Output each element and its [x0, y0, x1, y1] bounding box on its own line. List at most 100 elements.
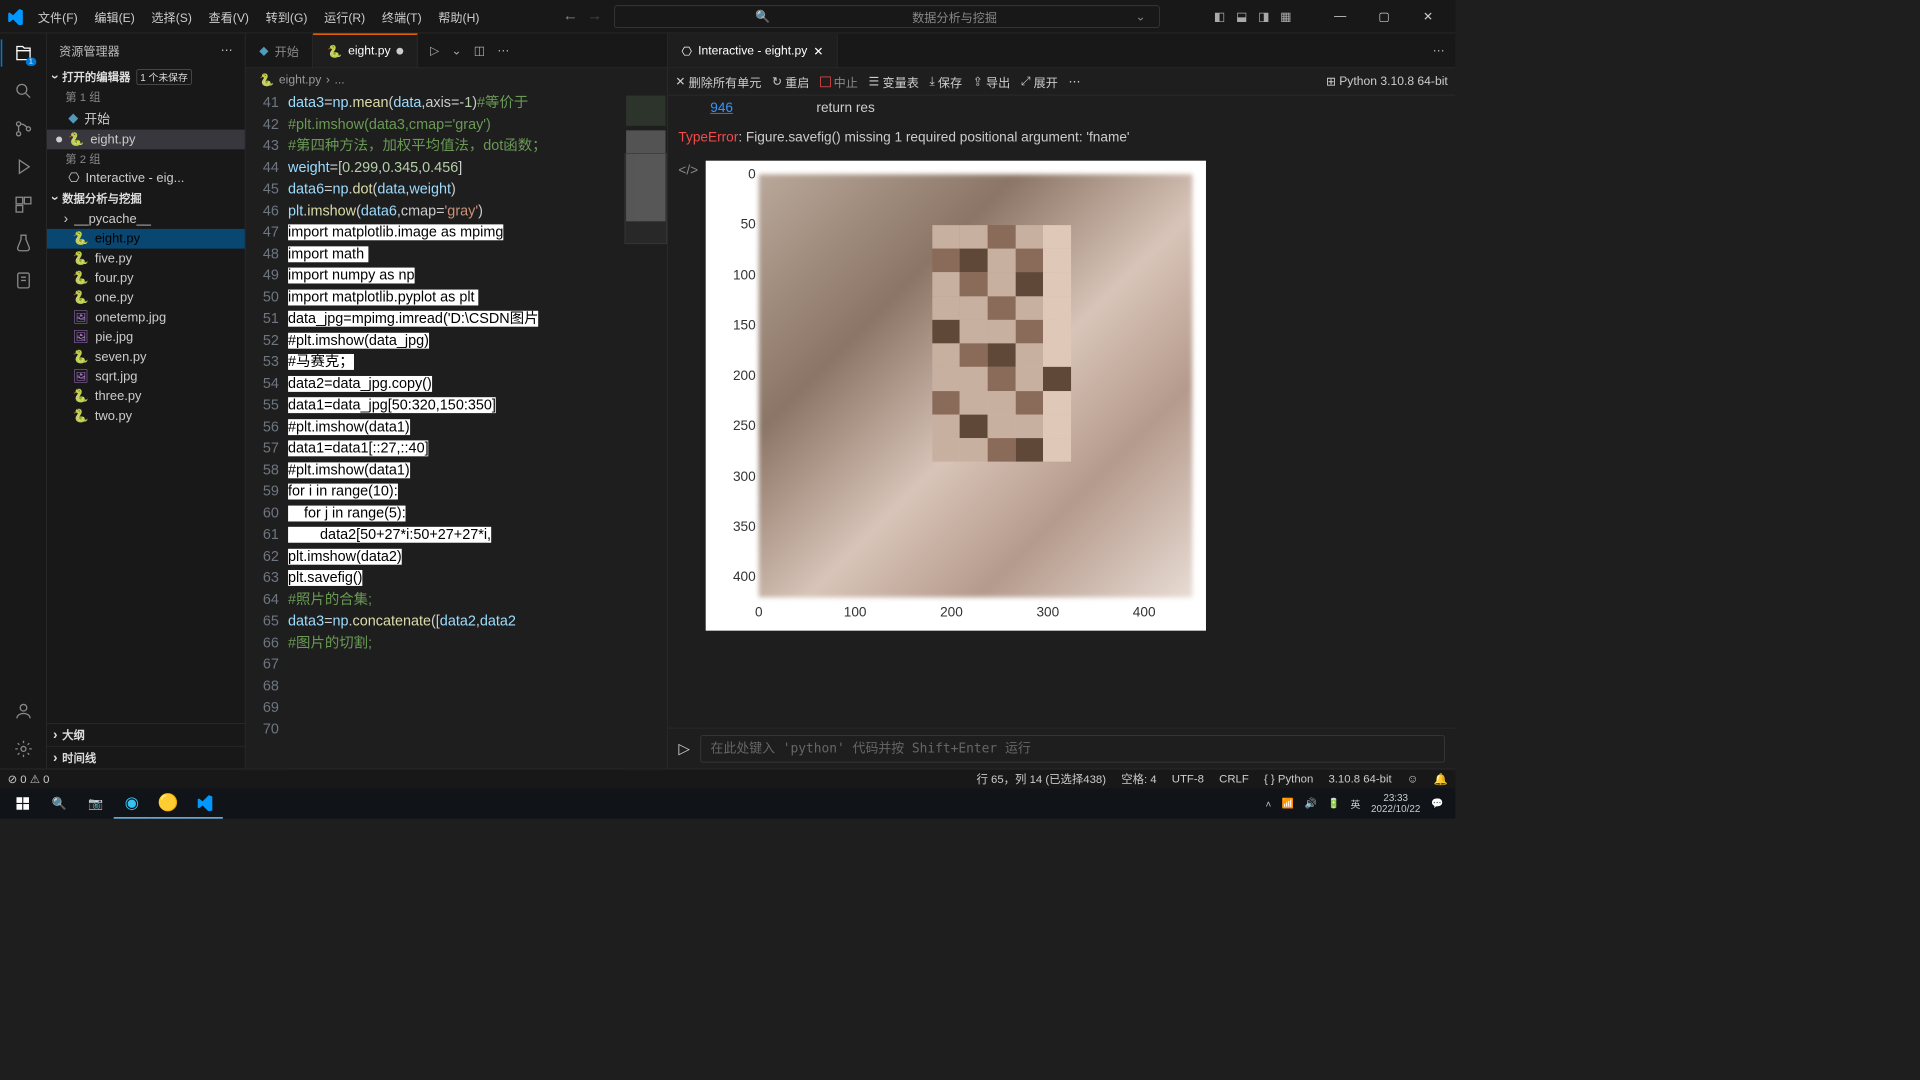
run-cell-button[interactable]: ▷	[678, 739, 690, 758]
restart-button[interactable]: ↻ 重启	[772, 72, 809, 90]
more-icon[interactable]: ⋯	[1433, 43, 1445, 58]
activity-scm[interactable]	[13, 118, 34, 139]
tray-chevron-icon[interactable]: ˄	[1266, 798, 1272, 809]
outline-header[interactable]: 大纲	[47, 723, 245, 746]
menu-file[interactable]: 文件(F)	[30, 3, 85, 30]
code-editor[interactable]: data3=np.mean(data,axis=-1)#等价于#plt.imsh…	[288, 92, 625, 768]
more-icon[interactable]: ⋯	[497, 43, 509, 58]
status-interpreter[interactable]: 3.10.8 64-bit	[1328, 772, 1391, 785]
window-minimize[interactable]: —	[1323, 2, 1356, 31]
status-cursor[interactable]: 行 65，列 14 (已选择438)	[977, 771, 1107, 787]
python-icon: 🐍	[73, 389, 89, 404]
code-icon[interactable]: </>	[678, 162, 698, 630]
menu-selection[interactable]: 选择(S)	[144, 3, 200, 30]
file-item[interactable]: 🖼sqrt.jpg	[47, 367, 245, 387]
status-errors[interactable]: ⊘ 0 ⚠ 0	[8, 772, 50, 786]
layout-bottom-icon[interactable]: ⬓	[1236, 9, 1247, 24]
activity-search[interactable]	[13, 80, 34, 101]
open-editors-header[interactable]: 打开的编辑器 1 个未保存	[47, 67, 245, 87]
close-icon[interactable]: ✕	[813, 44, 823, 59]
export-button[interactable]: ⇪ 导出	[973, 72, 1010, 90]
chevron-down-icon[interactable]: ⌄	[1136, 9, 1146, 24]
clear-cells-button[interactable]: ✕ 删除所有单元	[675, 72, 761, 90]
taskbar-vscode[interactable]	[186, 788, 222, 818]
window-close[interactable]: ✕	[1411, 2, 1444, 31]
status-spaces[interactable]: 空格: 4	[1121, 771, 1156, 787]
open-editor-interactive[interactable]: ⎔ Interactive - eig...	[47, 168, 245, 188]
layout-customize-icon[interactable]: ▦	[1280, 9, 1291, 24]
taskbar-camera[interactable]: 📷	[77, 788, 113, 818]
interactive-input[interactable]	[701, 735, 1445, 762]
run-icon[interactable]: ▷	[430, 43, 439, 58]
minimap[interactable]	[625, 92, 667, 768]
folder-pycache[interactable]: __pycache__	[47, 208, 245, 228]
tray-wifi-icon[interactable]: 📶	[1282, 797, 1294, 809]
nav-forward-icon[interactable]: →	[587, 8, 602, 25]
menu-go[interactable]: 转到(G)	[258, 3, 315, 30]
nav-back-icon[interactable]: ←	[563, 8, 578, 25]
variables-button[interactable]: ☰ 变量表	[869, 72, 919, 90]
tray-volume-icon[interactable]: 🔊	[1305, 797, 1317, 809]
taskbar-chrome[interactable]: 🟡	[150, 788, 186, 818]
taskbar-search[interactable]: 🔍	[41, 788, 77, 818]
split-icon[interactable]: ◫	[474, 43, 485, 58]
open-editor-start[interactable]: ◆ 开始	[47, 106, 245, 129]
file-item[interactable]: 🐍five.py	[47, 249, 245, 269]
menu-edit[interactable]: 编辑(E)	[87, 3, 143, 30]
file-item[interactable]: 🐍two.py	[47, 406, 245, 426]
menu-run[interactable]: 运行(R)	[317, 3, 373, 30]
activity-jupyter[interactable]	[13, 270, 34, 291]
tray-clock[interactable]: 23:332022/10/22	[1371, 793, 1420, 815]
command-center[interactable]: 🔍 数据分析与挖掘 ⌄	[614, 5, 1160, 28]
tab-start[interactable]: ◆ 开始	[246, 33, 314, 67]
timeline-header[interactable]: 时间线	[47, 746, 245, 769]
kernel-picker[interactable]: ⊞ Python 3.10.8 64-bit	[1326, 74, 1448, 89]
tray-battery-icon[interactable]: 🔋	[1328, 797, 1340, 809]
tab-label: Interactive - eight.py	[698, 44, 807, 58]
project-header[interactable]: 数据分析与挖掘	[47, 188, 245, 208]
interrupt-button[interactable]: 中止	[820, 72, 858, 90]
layout-left-icon[interactable]: ◧	[1214, 9, 1225, 24]
file-item[interactable]: 🐍seven.py	[47, 347, 245, 367]
layout-right-icon[interactable]: ◨	[1258, 9, 1269, 24]
activity-debug[interactable]	[13, 156, 34, 177]
file-item[interactable]: 🐍four.py	[47, 268, 245, 288]
tab-eight[interactable]: 🐍 eight.py	[313, 33, 418, 67]
breadcrumb[interactable]: 🐍 eight.py › ...	[246, 68, 667, 92]
expand-button[interactable]: ⤢ 展开	[1021, 72, 1058, 90]
file-item[interactable]: 🖼pie.jpg	[47, 327, 245, 347]
error-message: : Figure.savefig() missing 1 required po…	[738, 130, 1129, 145]
start-button[interactable]	[5, 788, 41, 818]
menu-view[interactable]: 查看(V)	[201, 3, 257, 30]
file-item[interactable]: 🐍eight.py	[47, 229, 245, 249]
notifications-icon[interactable]: 🔔	[1434, 772, 1448, 786]
file-label: sqrt.jpg	[95, 369, 137, 384]
chevron-down-icon[interactable]: ⌄	[451, 43, 461, 58]
save-button[interactable]: ⤓ 保存	[929, 72, 962, 90]
vscode-icon: ◆	[259, 43, 268, 58]
tray-ime[interactable]: 英	[1351, 796, 1361, 810]
more-icon[interactable]: ⋯	[1068, 74, 1080, 89]
taskbar-edge[interactable]: ◉	[114, 788, 150, 818]
menu-help[interactable]: 帮助(H)	[431, 3, 487, 30]
file-item[interactable]: 🖼onetemp.jpg	[47, 308, 245, 328]
status-encoding[interactable]: UTF-8	[1172, 772, 1204, 785]
window-maximize[interactable]: ▢	[1367, 2, 1400, 31]
sidebar-more-icon[interactable]: ⋯	[221, 42, 233, 57]
activity-settings[interactable]	[13, 738, 34, 759]
modified-dot-icon	[397, 48, 404, 55]
feedback-icon[interactable]: ☺	[1407, 772, 1419, 785]
open-editor-eight[interactable]: 🐍 eight.py	[47, 130, 245, 150]
menu-terminal[interactable]: 终端(T)	[374, 3, 429, 30]
tab-interactive[interactable]: ⎔ Interactive - eight.py ✕	[668, 33, 838, 67]
status-lang[interactable]: { } Python	[1264, 772, 1313, 785]
activity-testing[interactable]	[13, 232, 34, 253]
activity-explorer[interactable]: 1	[13, 42, 34, 63]
activity-extensions[interactable]	[13, 194, 34, 215]
status-eol[interactable]: CRLF	[1219, 772, 1249, 785]
file-item[interactable]: 🐍one.py	[47, 288, 245, 308]
activity-account[interactable]	[13, 700, 34, 721]
trace-line-link[interactable]: 946	[710, 100, 733, 115]
file-item[interactable]: 🐍three.py	[47, 387, 245, 407]
tray-notifications-icon[interactable]: 💬	[1431, 797, 1443, 809]
